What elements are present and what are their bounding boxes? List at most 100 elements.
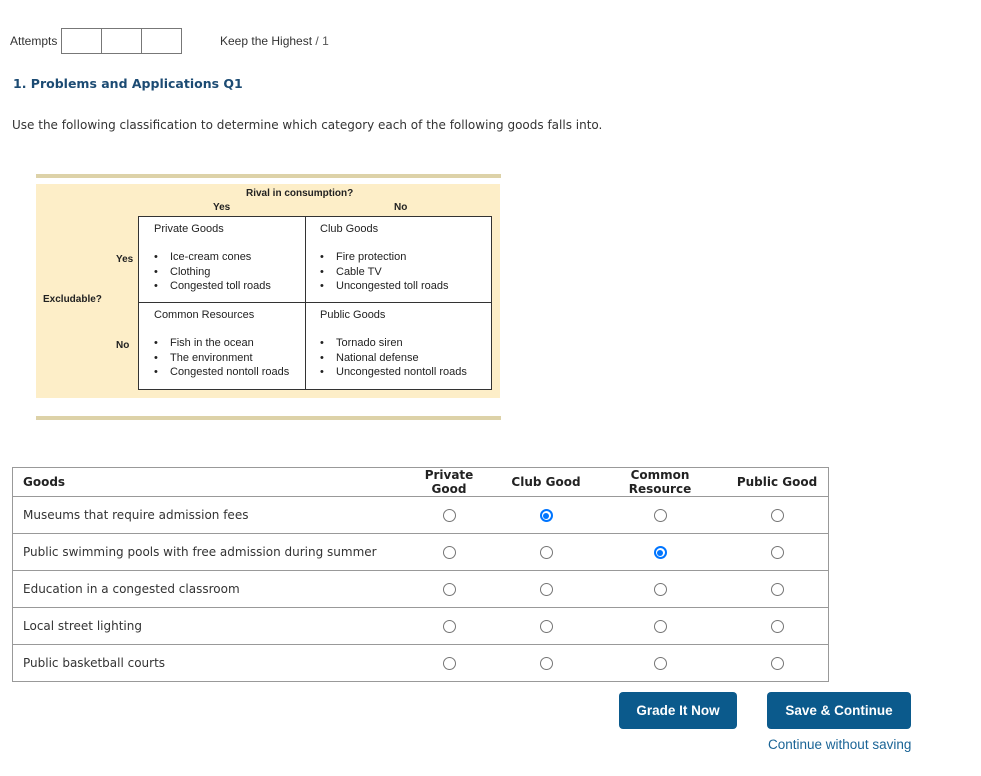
- option-cell: [594, 570, 726, 608]
- option-cell: [400, 570, 498, 608]
- option-cell: [594, 496, 726, 534]
- save-and-continue-button[interactable]: Save & Continue: [767, 692, 911, 729]
- cell-item: Uncongested nontoll roads: [320, 365, 467, 380]
- radio-club-good[interactable]: [539, 657, 553, 670]
- option-cell: [498, 570, 594, 608]
- question-title: 1. Problems and Applications Q1: [13, 76, 243, 91]
- cell-item: Fire protection: [320, 250, 449, 265]
- grading-policy: Keep the Highest / 1: [220, 34, 329, 48]
- cell-item: Tornado siren: [320, 336, 467, 351]
- cell-item: Congested nontoll roads: [154, 365, 289, 380]
- matrix-row: Public basketball courts: [12, 644, 829, 682]
- good-label: Public swimming pools with free admissio…: [12, 533, 400, 571]
- radio-public-good[interactable]: [770, 546, 784, 559]
- radio-common-resource[interactable]: [653, 620, 667, 633]
- good-label: Local street lighting: [12, 607, 400, 645]
- radio-common-resource[interactable]: [653, 583, 667, 596]
- option-cell: [726, 570, 829, 608]
- column-header-common-resource: Common Resource: [594, 467, 726, 497]
- classification-figure: Rival in consumption? Yes No Excludable?…: [36, 184, 500, 398]
- figure-grid: Private Goods Ice-cream cones Clothing C…: [138, 216, 492, 390]
- figure-top-rule: [36, 174, 501, 178]
- radio-private-good[interactable]: [442, 583, 456, 596]
- cell-title: Common Resources: [154, 309, 255, 321]
- radio-public-good[interactable]: [770, 509, 784, 522]
- good-label: Museums that require admission fees: [12, 496, 400, 534]
- cell-item: Congested toll roads: [154, 279, 271, 294]
- radio-club-good[interactable]: [539, 546, 553, 559]
- goods-column-header: Goods: [12, 467, 400, 497]
- attempt-box: [62, 29, 103, 53]
- radio-public-good[interactable]: [770, 583, 784, 596]
- good-label: Public basketball courts: [12, 644, 400, 682]
- radio-club-good[interactable]: [539, 509, 553, 522]
- question-instructions: Use the following classification to dete…: [12, 118, 603, 132]
- figure-col-no: No: [394, 202, 408, 213]
- figure-row-no: No: [116, 340, 130, 351]
- column-header-private-good: Private Good: [400, 467, 498, 497]
- option-cell: [400, 607, 498, 645]
- option-cell: [594, 607, 726, 645]
- attempt-boxes: [61, 28, 183, 54]
- good-label: Education in a congested classroom: [12, 570, 400, 608]
- attempt-box: [102, 29, 143, 53]
- option-cell: [726, 607, 829, 645]
- option-cell: [726, 496, 829, 534]
- radio-private-good[interactable]: [442, 657, 456, 670]
- radio-private-good[interactable]: [442, 509, 456, 522]
- cell-item: Fish in the ocean: [154, 336, 289, 351]
- figure-col-yes: Yes: [213, 202, 231, 213]
- figure-col-header: Rival in consumption?: [246, 188, 354, 199]
- column-header-club-good: Club Good: [498, 467, 594, 497]
- grid-divider-vertical: [305, 217, 306, 389]
- cell-common-resources: Common Resources Fish in the ocean The e…: [154, 309, 289, 380]
- matrix-row: Museums that require admission fees: [12, 496, 829, 534]
- cell-title: Private Goods: [154, 223, 224, 235]
- column-header-public-good: Public Good: [726, 467, 829, 497]
- cell-title: Public Goods: [320, 309, 386, 321]
- matrix-row: Public swimming pools with free admissio…: [12, 533, 829, 571]
- matrix-row: Local street lighting: [12, 607, 829, 645]
- cell-public-goods: Public Goods Tornado siren National defe…: [320, 309, 467, 380]
- cell-item: Ice-cream cones: [154, 250, 271, 265]
- cell-club-goods: Club Goods Fire protection Cable TV Unco…: [320, 223, 449, 294]
- option-cell: [400, 496, 498, 534]
- cell-item: Clothing: [154, 265, 271, 280]
- matrix-header-row: Goods Private Good Club Good Common Reso…: [12, 467, 829, 497]
- cell-title: Club Goods: [320, 223, 379, 235]
- radio-private-good[interactable]: [442, 546, 456, 559]
- radio-public-good[interactable]: [770, 620, 784, 633]
- figure-row-yes: Yes: [116, 254, 134, 265]
- option-cell: [594, 533, 726, 571]
- option-cell: [400, 533, 498, 571]
- grade-it-now-button[interactable]: Grade It Now: [619, 692, 737, 729]
- continue-without-saving-link[interactable]: Continue without saving: [768, 737, 911, 752]
- matrix-row: Education in a congested classroom: [12, 570, 829, 608]
- classification-matrix: Goods Private Good Club Good Common Reso…: [12, 467, 829, 682]
- figure-bottom-rule: [36, 416, 501, 420]
- radio-club-good[interactable]: [539, 583, 553, 596]
- cell-item: Cable TV: [320, 265, 449, 280]
- option-cell: [498, 533, 594, 571]
- cell-item: The environment: [154, 351, 289, 366]
- option-cell: [498, 496, 594, 534]
- attempts-indicator: Attempts: [10, 28, 183, 54]
- grid-divider-horizontal: [139, 302, 491, 303]
- option-cell: [400, 644, 498, 682]
- cell-item: National defense: [320, 351, 467, 366]
- option-cell: [726, 533, 829, 571]
- radio-common-resource[interactable]: [653, 546, 667, 559]
- cell-private-goods: Private Goods Ice-cream cones Clothing C…: [154, 223, 271, 294]
- radio-public-good[interactable]: [770, 657, 784, 670]
- option-cell: [594, 644, 726, 682]
- option-cell: [498, 607, 594, 645]
- radio-common-resource[interactable]: [653, 509, 667, 522]
- radio-private-good[interactable]: [442, 620, 456, 633]
- keep-label: Keep the Highest: [220, 34, 313, 48]
- radio-club-good[interactable]: [539, 620, 553, 633]
- attempts-label: Attempts: [10, 34, 58, 48]
- radio-common-resource[interactable]: [653, 657, 667, 670]
- cell-item: Uncongested toll roads: [320, 279, 449, 294]
- option-cell: [726, 644, 829, 682]
- keep-denominator: / 1: [315, 34, 329, 48]
